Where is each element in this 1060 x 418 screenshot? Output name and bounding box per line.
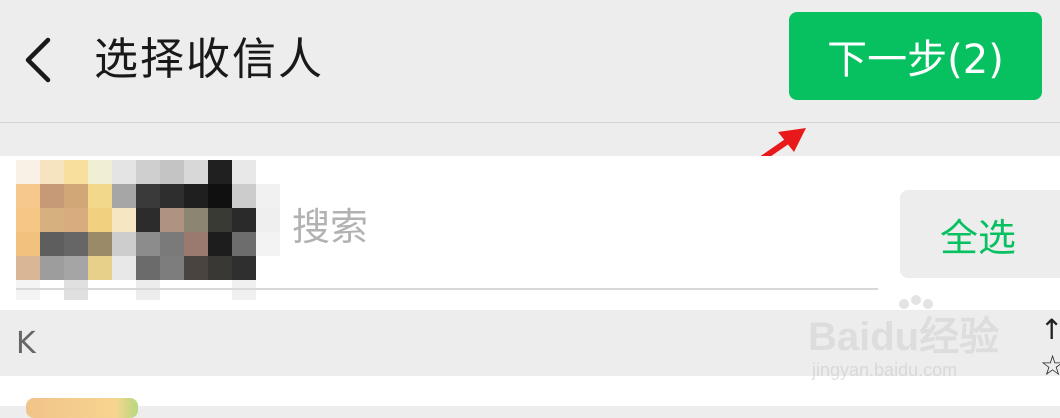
- list-item[interactable]: [0, 376, 1060, 418]
- section-letter: K: [16, 326, 36, 361]
- index-item-star[interactable]: ☆: [1040, 348, 1060, 384]
- chevron-left-icon[interactable]: [18, 32, 58, 88]
- alphabet-index-bar[interactable]: ↑ ☆: [1040, 312, 1060, 406]
- avatar: [26, 398, 138, 418]
- select-all-button[interactable]: 全选: [900, 190, 1060, 278]
- search-input[interactable]: [290, 198, 884, 256]
- selected-avatars-mosaic[interactable]: [16, 160, 316, 300]
- section-header: K: [0, 312, 1060, 376]
- search-underline: [16, 288, 878, 290]
- top-bar: 选择收信人 下一步(2): [0, 0, 1060, 123]
- page-title: 选择收信人: [94, 34, 324, 85]
- next-step-button[interactable]: 下一步(2): [789, 12, 1042, 100]
- index-item-top[interactable]: ↑: [1040, 312, 1060, 348]
